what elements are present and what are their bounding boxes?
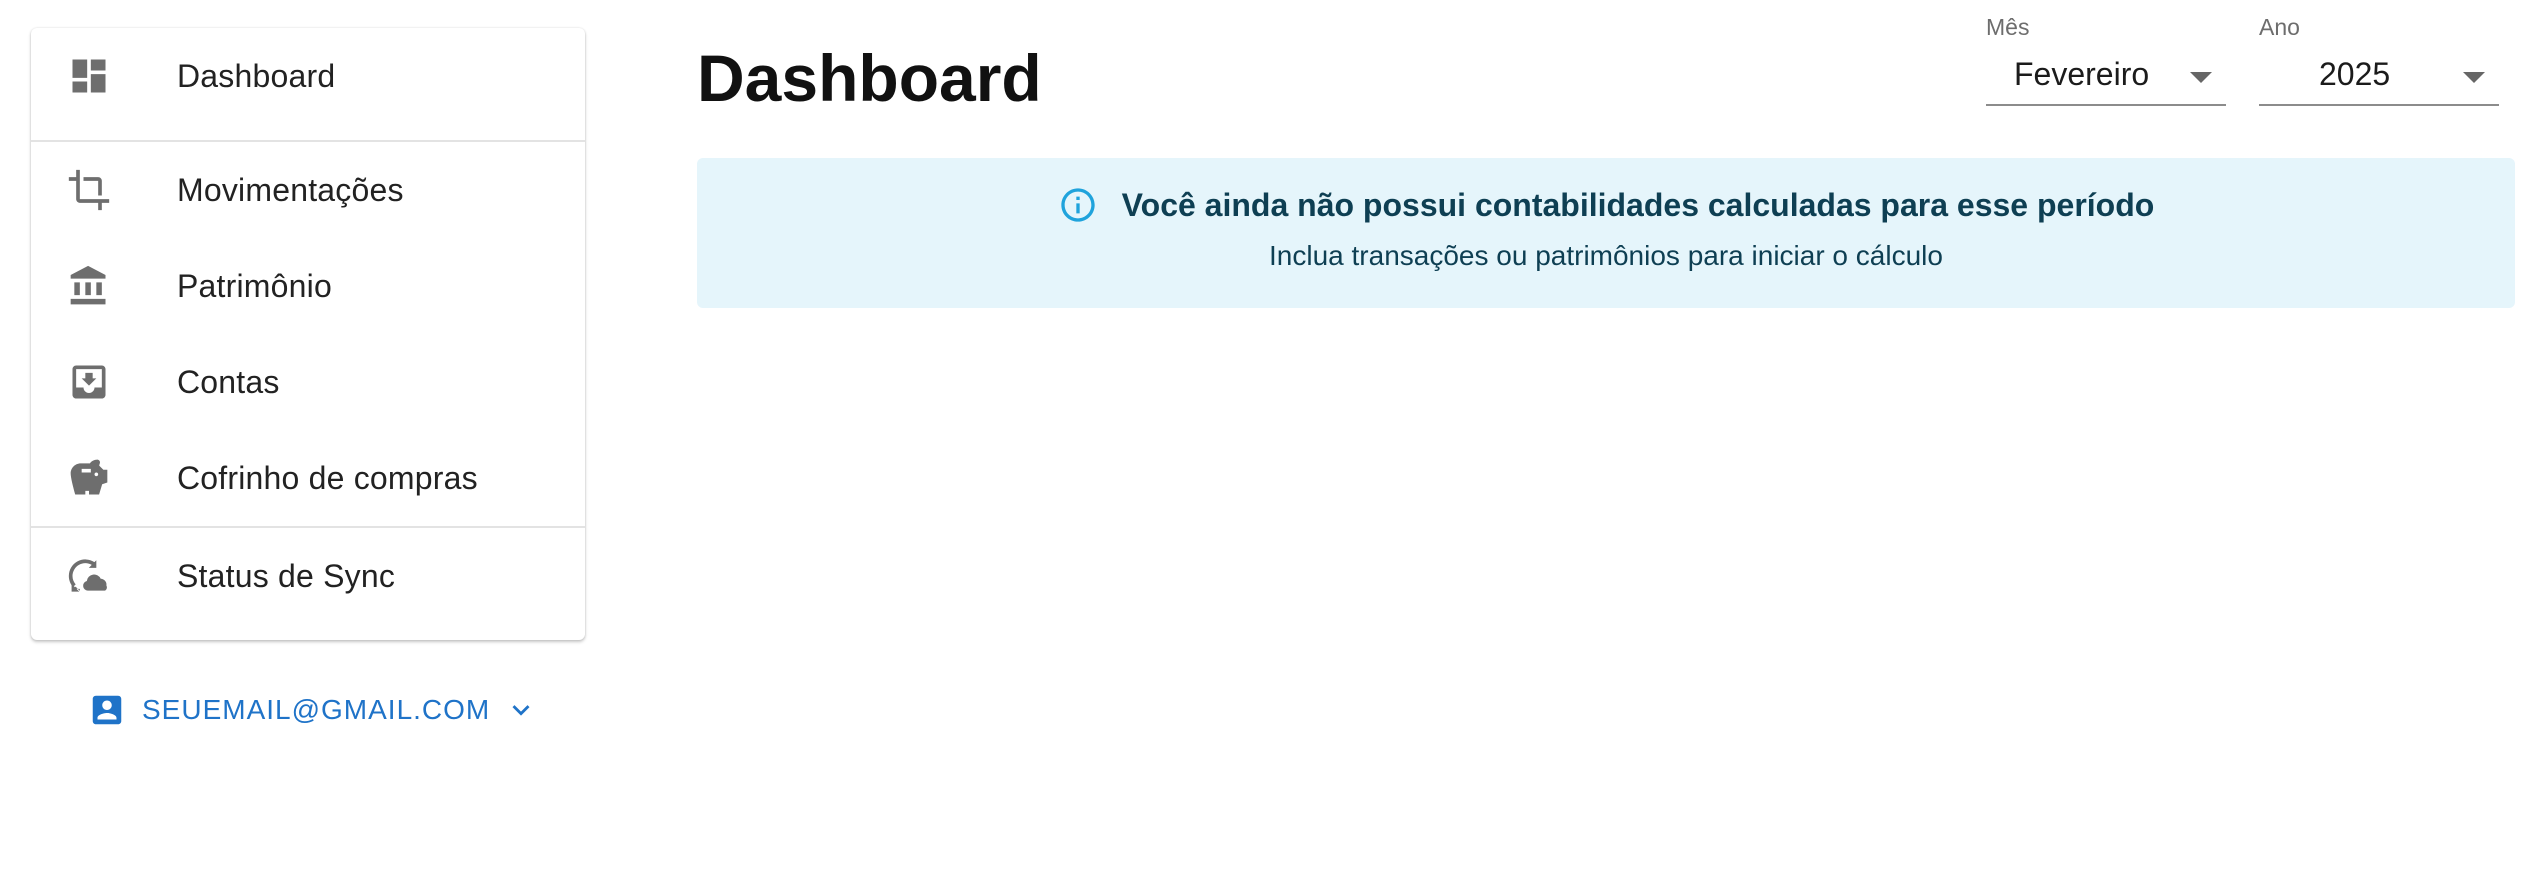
app-root: Dashboard Movimentações Patrimônio Conta… bbox=[0, 0, 2548, 870]
alert-title: Você ainda não possui contabilidades cal… bbox=[1121, 186, 2155, 223]
account-menu-button[interactable]: SEUEMAIL@GMAIL.COM bbox=[88, 685, 538, 735]
account-email: SEUEMAIL@GMAIL.COM bbox=[142, 694, 491, 725]
sidebar-item-label: Patrimônio bbox=[177, 267, 332, 304]
sidebar-item-label: Movimentações bbox=[177, 171, 404, 208]
dashboard-icon bbox=[67, 54, 111, 98]
bank-icon bbox=[67, 264, 111, 308]
sidebar-item-status-sync[interactable]: Status de Sync bbox=[31, 528, 585, 624]
sidebar-item-patrimonio[interactable]: Patrimônio bbox=[31, 238, 585, 334]
sidebar-item-label: Cofrinho de compras bbox=[177, 459, 478, 496]
info-alert: Você ainda não possui contabilidades cal… bbox=[697, 158, 2515, 308]
sidebar-item-label: Status de Sync bbox=[177, 557, 396, 594]
dropdown-arrow-icon bbox=[2463, 72, 2485, 83]
sync-cloud-icon bbox=[67, 554, 111, 598]
crop-icon bbox=[67, 168, 111, 212]
sidebar-item-dashboard[interactable]: Dashboard bbox=[31, 28, 585, 124]
page-title: Dashboard bbox=[697, 41, 1042, 115]
info-icon bbox=[1058, 185, 1098, 225]
select-underline bbox=[1986, 104, 2226, 106]
month-select-value: Fevereiro bbox=[2014, 56, 2150, 92]
sidebar-item-movimentacoes[interactable]: Movimentações bbox=[31, 142, 585, 238]
chevron-down-icon bbox=[490, 693, 538, 727]
year-select-label: Ano bbox=[2259, 14, 2300, 40]
alert-header: Você ainda não possui contabilidades cal… bbox=[697, 182, 2515, 228]
sidebar-item-cofrinho[interactable]: Cofrinho de compras bbox=[31, 430, 585, 526]
alert-message: Inclua transações ou patrimônios para in… bbox=[1269, 240, 1943, 271]
piggy-bank-icon bbox=[67, 456, 111, 500]
select-underline bbox=[2259, 104, 2499, 106]
account-box-icon bbox=[88, 691, 126, 729]
month-select-label: Mês bbox=[1986, 14, 2030, 40]
month-select[interactable]: Mês Fevereiro bbox=[1986, 14, 2226, 106]
sidebar-item-label: Dashboard bbox=[177, 57, 336, 94]
sidebar-nav: Dashboard Movimentações Patrimônio Conta… bbox=[31, 28, 585, 640]
dropdown-arrow-icon bbox=[2190, 72, 2212, 83]
sidebar-item-label: Contas bbox=[177, 363, 280, 400]
inbox-tray-icon bbox=[67, 360, 111, 404]
year-select-value: 2025 bbox=[2319, 56, 2391, 92]
year-select[interactable]: Ano 2025 bbox=[2259, 14, 2499, 106]
sidebar-item-contas[interactable]: Contas bbox=[31, 334, 585, 430]
